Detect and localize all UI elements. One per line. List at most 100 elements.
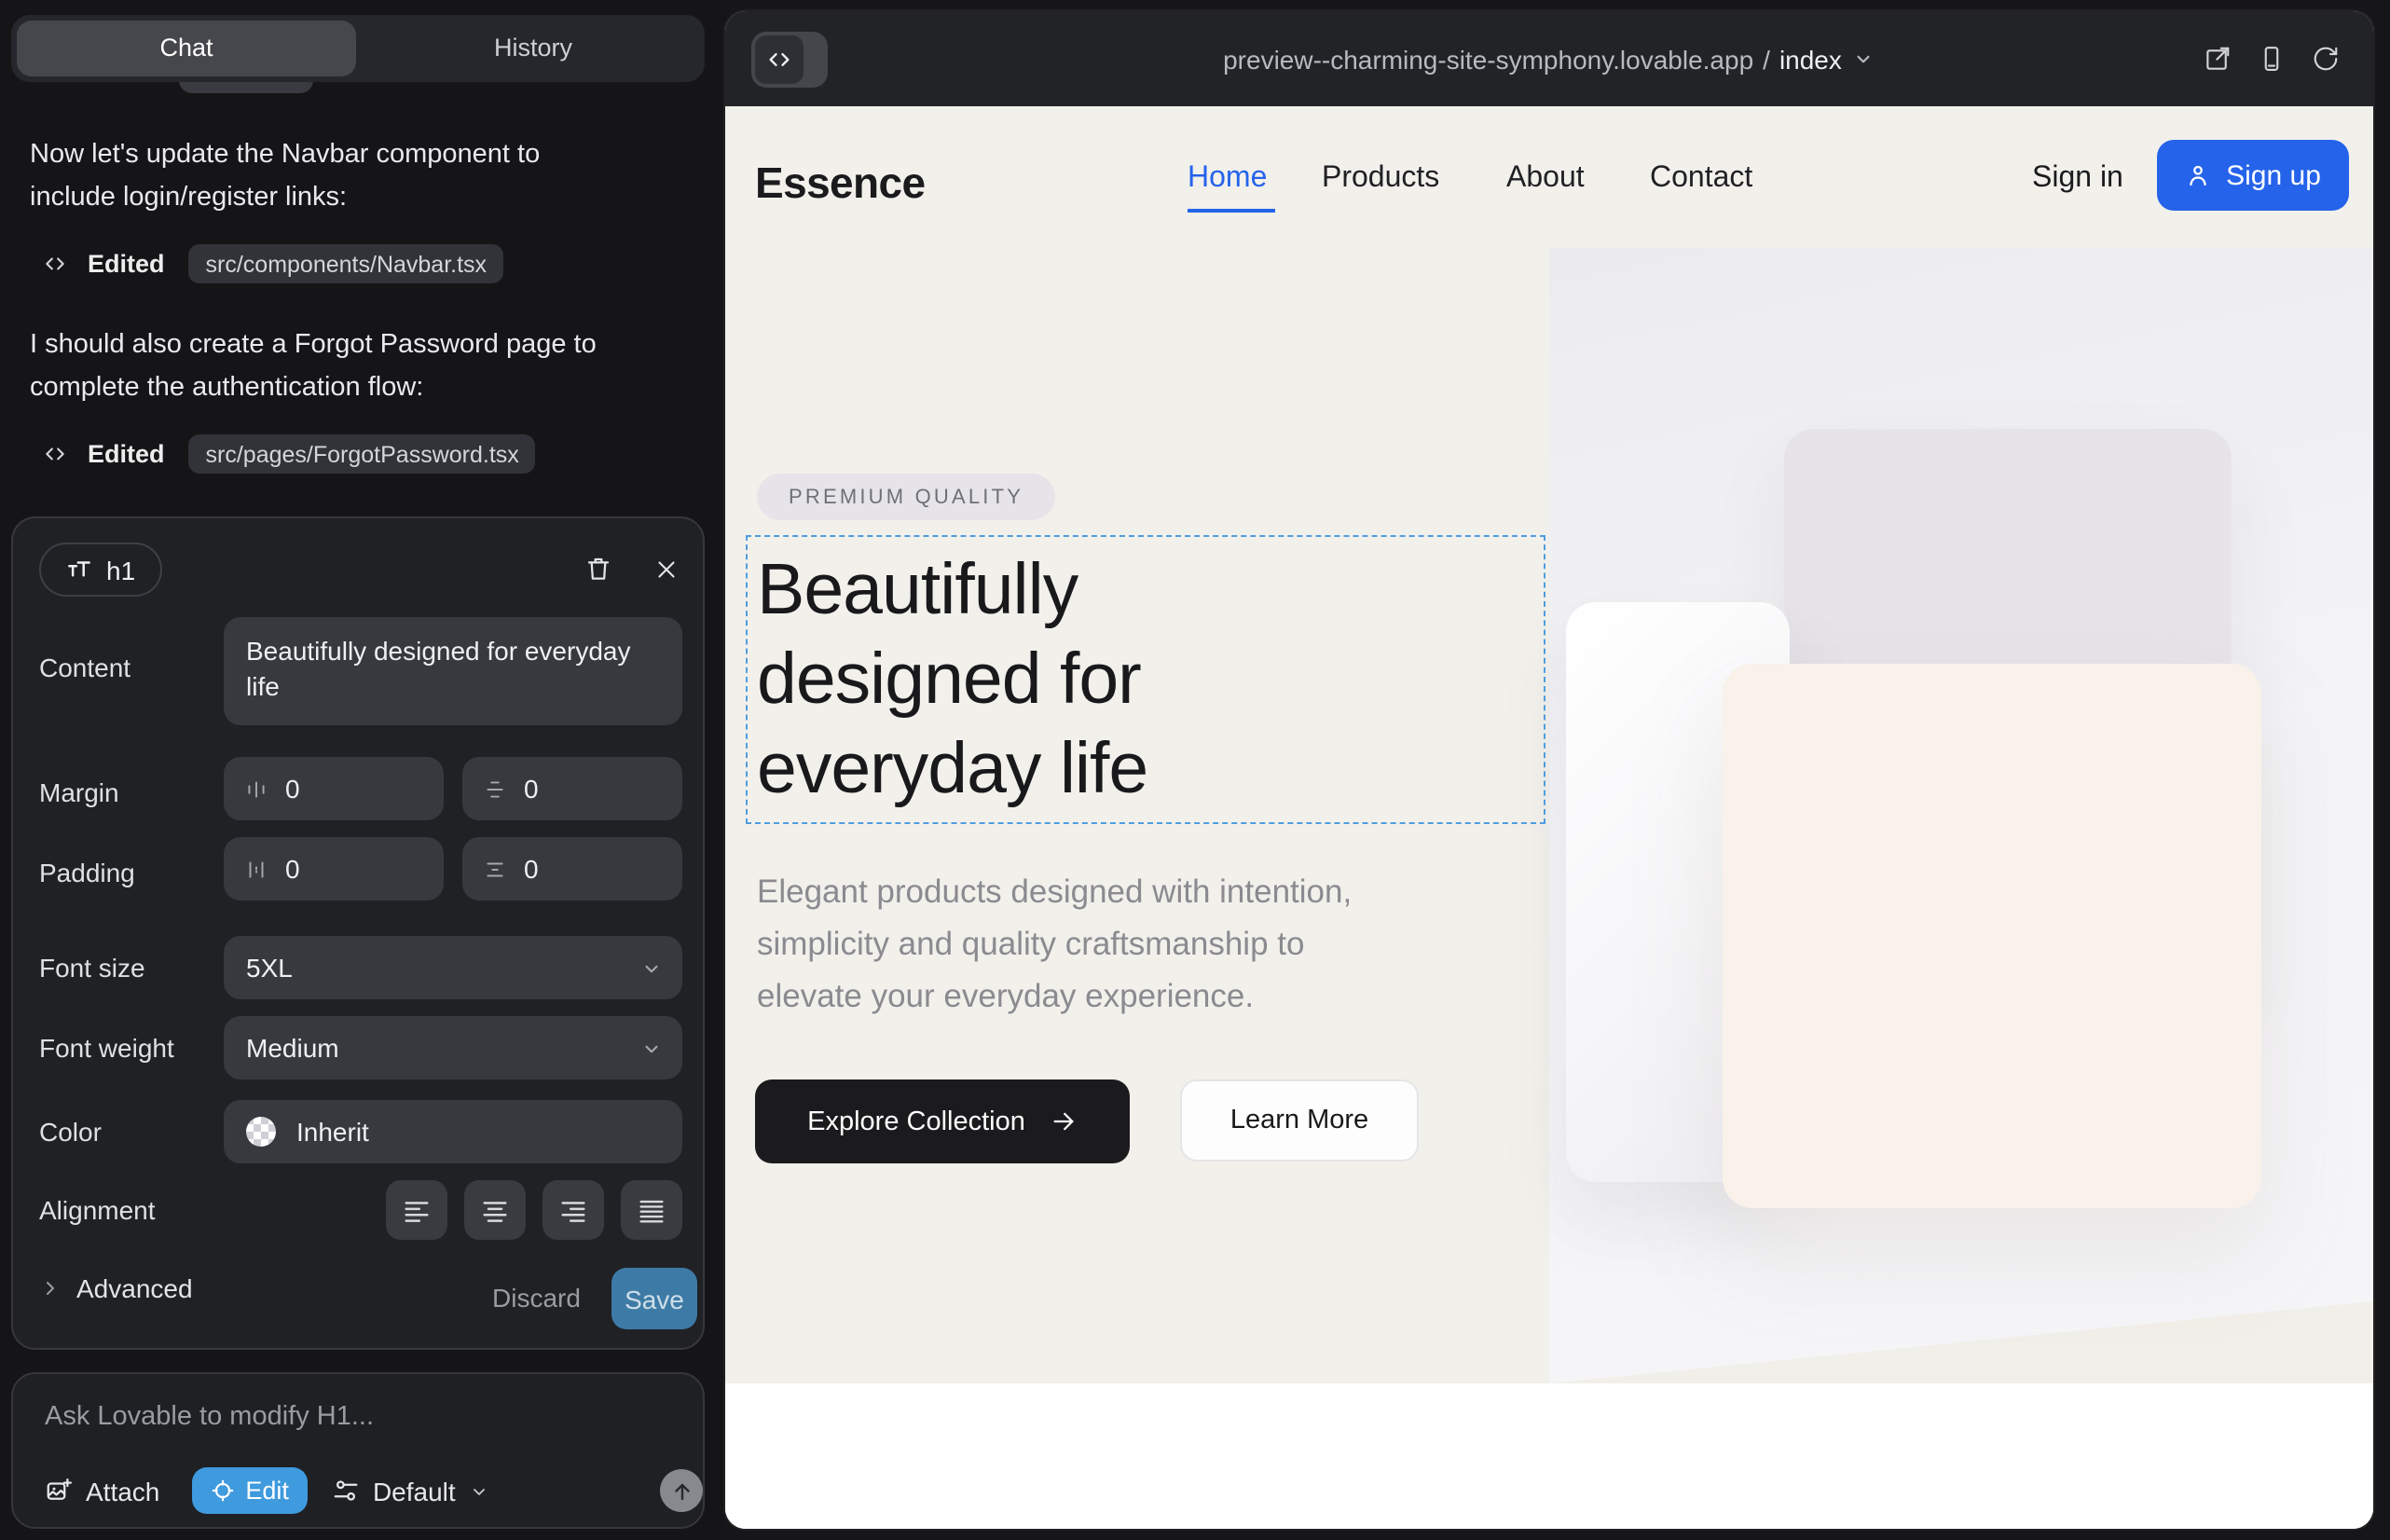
url-page: index [1779,44,1842,74]
url-separator: / [1763,44,1770,74]
padding-vertical-input[interactable]: 0 [462,837,682,901]
align-left-button[interactable] [386,1180,447,1240]
color-value: Inherit [296,1117,369,1147]
margin-vertical-icon [483,777,507,801]
subtext-line: simplicity and quality craftsmanship to [757,917,1352,969]
code-segment [755,35,804,84]
app-window: ·· Chat History Now let's update the Nav… [0,0,2390,1540]
tab-chat[interactable]: Chat [17,21,356,76]
subtext-line: elevate your everyday experience. [757,969,1352,1022]
code-icon [766,47,792,73]
align-left-icon [401,1194,433,1226]
explore-collection-label: Explore Collection [807,1107,1025,1136]
next-section-background [725,1383,2373,1529]
file-chip[interactable]: src/components/Navbar.tsx [189,244,504,283]
font-weight-value: Medium [246,1033,339,1063]
headline-line: Beautifully [757,546,1147,636]
edited-file-row: Edited src/components/Navbar.tsx [43,244,503,283]
alignment-label: Alignment [39,1195,156,1225]
nav-link-home[interactable]: Home [1188,162,1267,196]
advanced-label: Advanced [76,1273,193,1303]
margin-horizontal-icon [244,777,268,801]
signin-link[interactable]: Sign in [2032,162,2123,196]
preview-window: preview--charming-site-symphony.lovable.… [725,11,2373,1529]
attach-label: Attach [86,1476,159,1506]
align-justify-button[interactable] [621,1180,682,1240]
model-default-dropdown[interactable]: Default [332,1476,491,1506]
browser-bar: preview--charming-site-symphony.lovable.… [725,11,2373,106]
chat-history-tabs: Chat History [11,15,705,82]
margin-vertical-input[interactable]: 0 [462,757,682,820]
active-nav-underline [1188,209,1275,213]
nav-link-products[interactable]: Products [1322,162,1439,196]
chevron-right-icon [39,1277,62,1299]
trash-icon [584,554,613,584]
arrow-right-icon [1050,1107,1078,1135]
chat-message-line: Now let's update the Navbar component to [30,134,694,177]
attach-image-icon [45,1477,73,1505]
mobile-preview-button[interactable] [2258,45,2286,73]
learn-more-button[interactable]: Learn More [1180,1079,1419,1162]
open-in-new-tab-button[interactable] [2204,45,2232,73]
attach-button[interactable]: Attach [45,1476,159,1506]
color-label: Color [39,1117,102,1147]
chat-message-line: include login/register links: [30,177,694,220]
content-textarea[interactable]: Beautifully designed for everyday life [224,617,682,725]
margin-vertical-value: 0 [524,774,539,804]
discard-button[interactable]: Discard [492,1283,581,1313]
align-right-icon [557,1194,589,1226]
composer-toolbar: Attach Edit Default [45,1467,491,1514]
edited-label: Edited [88,250,165,278]
font-weight-select[interactable]: Medium [224,1016,682,1079]
margin-label: Margin [39,777,119,807]
default-label: Default [373,1476,456,1506]
nav-link-contact[interactable]: Contact [1650,162,1752,196]
align-right-button[interactable] [543,1180,604,1240]
align-justify-icon [636,1194,667,1226]
edit-mode-button[interactable]: Edit [191,1467,308,1514]
margin-horizontal-input[interactable]: 0 [224,757,444,820]
arrow-up-icon [670,1479,693,1502]
save-button[interactable]: Save [611,1268,697,1329]
font-size-select[interactable]: 5XL [224,936,682,999]
target-icon [210,1478,234,1503]
hero-headline[interactable]: Beautifully designed for everyday life [757,546,1147,815]
padding-horizontal-icon [244,857,268,881]
element-tag-pill[interactable]: h1 [39,543,161,597]
element-tag-label: h1 [106,555,135,584]
sliders-icon [332,1477,360,1505]
align-center-button[interactable] [464,1180,526,1240]
tab-history[interactable]: History [362,21,705,76]
decorative-card-cream [1723,664,2261,1208]
send-button[interactable] [660,1469,703,1512]
padding-vertical-value: 0 [524,854,539,884]
padding-vertical-icon [483,857,507,881]
code-icon [43,252,67,276]
color-select[interactable]: Inherit [224,1100,682,1163]
padding-horizontal-input[interactable]: 0 [224,837,444,901]
close-panel-button[interactable] [645,548,686,589]
color-swatch [246,1117,276,1147]
refresh-button[interactable] [2312,45,2340,73]
site-logo[interactable]: Essence [755,158,926,209]
chevron-down-icon [1851,47,1875,71]
url-dropdown[interactable]: preview--charming-site-symphony.lovable.… [725,11,2373,106]
explore-collection-button[interactable]: Explore Collection [755,1079,1130,1163]
signup-button[interactable]: Sign up [2157,140,2349,211]
advanced-toggle[interactable]: Advanced [39,1273,193,1303]
chat-message-line: complete the authentication flow: [30,367,694,410]
font-weight-label: Font weight [39,1033,174,1063]
signup-label: Sign up [2226,159,2321,191]
code-view-toggle[interactable] [751,32,828,88]
chat-sidebar: ·· Chat History Now let's update the Nav… [0,0,725,1540]
site-navbar: Essence Home Products About Contact Sign… [725,106,2373,252]
nav-link-about[interactable]: About [1506,162,1585,196]
delete-element-button[interactable] [578,548,619,589]
file-chip[interactable]: src/pages/ForgotPassword.tsx [189,434,536,474]
composer-input[interactable]: Ask Lovable to modify H1... [45,1402,374,1432]
content-label: Content [39,653,130,682]
url-domain: preview--charming-site-symphony.lovable.… [1223,44,1753,74]
chevron-down-icon [639,956,664,980]
edit-label: Edit [245,1477,289,1505]
composer: Ask Lovable to modify H1... Attach Edit … [11,1372,705,1529]
